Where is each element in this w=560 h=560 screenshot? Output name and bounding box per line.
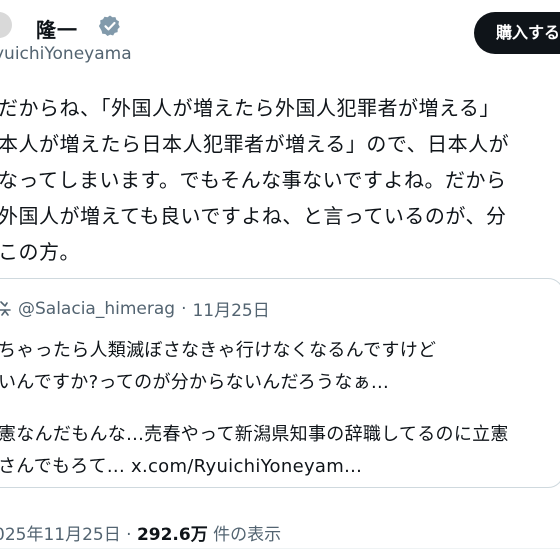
view-count: 292.6万 [136,525,208,545]
author-name[interactable]: 隆一 [36,14,78,43]
divider [0,548,560,549]
post-text-line: だからね、「外国人が増えたら外国人犯罪者が増える」 [0,96,500,120]
post-text-line: 本人が増えたら日本人犯罪者が増える」ので、日本人が [0,132,510,156]
quote-avatar-icon [0,300,11,316]
view-count-label: 件の表示 [213,525,282,545]
quote-text-line: ちゃったら人類滅ぼさなきゃ行けなくなるんですけど [0,340,437,361]
author-handle[interactable]: yuichiYoneyama [0,44,132,64]
post-text-line: なってしまいます。でもそんな事ないですよね。だから [0,168,507,192]
quote-author-handle[interactable]: @Salacia_himerag [18,299,175,319]
post-text-line: 外国人が増えても良いですよね、と言っているのが、分 [0,204,507,228]
quote-separator: · [181,298,187,319]
post-date[interactable]: 025年11月25日 [0,525,121,545]
quote-text-line: さんでもろて... x.com/RyuichiYoneyam... [0,456,363,477]
subscribe-button[interactable]: 購入する [474,12,560,54]
quote-text-line: 憲なんだもんな...売春やって新潟県知事の辞職してるのに立憲 [0,424,509,445]
quote-text-line: いんですか?ってのが分からないんだろうなぁ... [0,372,390,393]
quote-date[interactable]: 11月25日 [192,296,269,321]
post-meta: 025年11月25日 · 292.6万 件の表示 [0,520,281,545]
avatar[interactable] [0,12,12,38]
meta-separator: · [126,525,132,545]
post-text-line: この方。 [0,240,80,264]
verified-badge-icon [98,15,120,36]
quote-header: @Salacia_himerag · 11月25日 [0,296,270,321]
